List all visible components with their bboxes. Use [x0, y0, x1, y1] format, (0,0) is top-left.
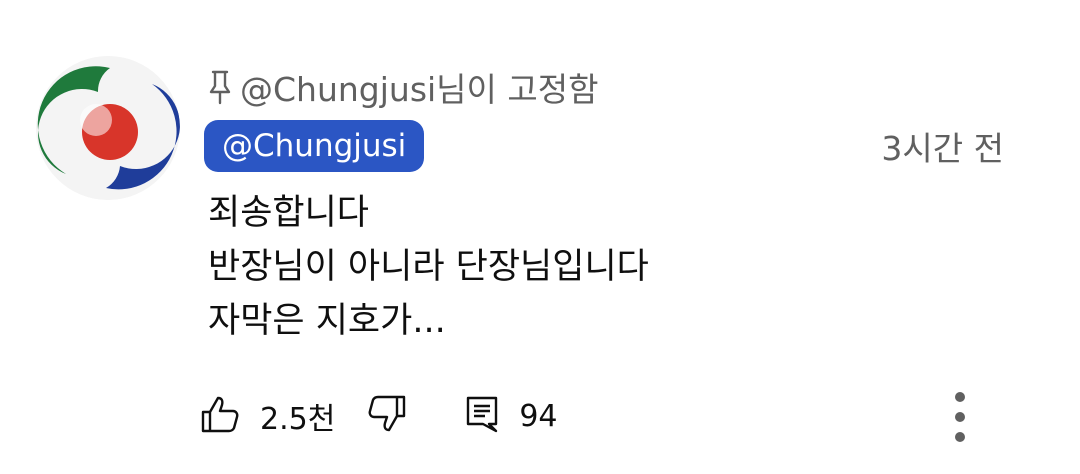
comment-timestamp[interactable]: 3시간 전 [881, 126, 1004, 172]
pinned-indicator: @Chungjusi님이 고정함 [208, 64, 598, 110]
more-vert-icon [955, 392, 965, 442]
reply-count: 94 [519, 398, 558, 434]
channel-logo-icon [36, 56, 180, 200]
author-chip[interactable]: @Chungjusi [204, 120, 425, 172]
comment-icon [465, 394, 499, 438]
comment-line: 자막은 지호가... [208, 301, 446, 341]
comment-line: 죄송합니다 [208, 193, 370, 233]
reply-button[interactable]: 94 [465, 394, 558, 438]
pin-icon [208, 68, 232, 106]
comment-text: 죄송합니다 반장님이 아니라 단장님입니다 자막은 지호가... [208, 186, 649, 348]
comment-line: 반장님이 아니라 단장님입니다 [208, 247, 649, 287]
thumbs-up-icon [200, 394, 240, 438]
pinned-text: @Chungjusi님이 고정함 [240, 70, 599, 109]
thumbs-down-icon [367, 394, 407, 438]
more-options-button[interactable] [944, 388, 976, 446]
comment-actions: 2.5천 94 [200, 392, 558, 440]
dislike-button[interactable] [367, 394, 407, 438]
author-name[interactable]: @Chungjusi [222, 128, 406, 164]
like-count: 2.5천 [260, 402, 336, 437]
like-button[interactable]: 2.5천 [200, 394, 335, 438]
avatar[interactable] [36, 56, 180, 200]
